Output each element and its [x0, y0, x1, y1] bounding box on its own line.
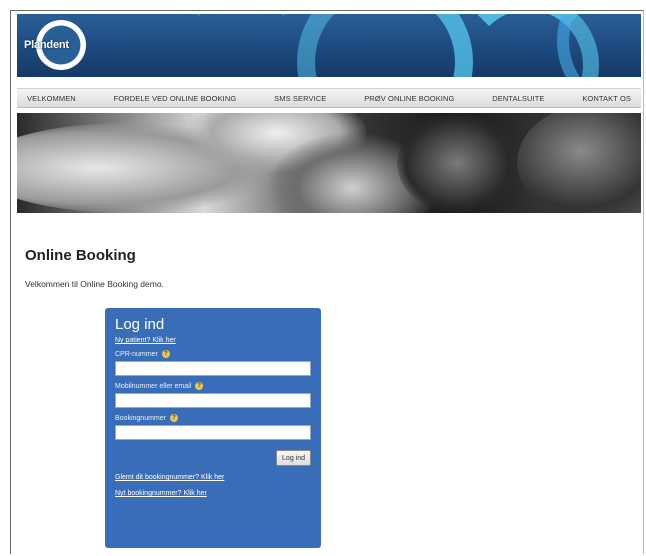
banner-swirl [297, 14, 473, 77]
nav-item-kontakt-os[interactable]: KONTAKT OS [582, 94, 631, 103]
main-nav: VELKOMMEN FORDELE VED ONLINE BOOKING SMS… [17, 88, 641, 108]
hero-shape [517, 113, 641, 213]
phone-label-row: Mobilnummer eller email ? [115, 382, 311, 390]
nav-item-prov-online-booking[interactable]: PRØV ONLINE BOOKING [364, 94, 454, 103]
login-panel: Log ind Ny patient? Klik her CPR-nummer … [105, 308, 321, 548]
forgot-booking-number-link[interactable]: Glemt dit bookingnummer? Klik her [115, 474, 311, 481]
help-icon[interactable]: ? [195, 382, 204, 390]
cpr-label-row: CPR-nummer ? [115, 350, 311, 358]
plandent-logo[interactable]: Plandent [22, 20, 94, 70]
new-patient-link[interactable]: Ny patient? Klik her [115, 337, 311, 344]
nav-item-dentalsuite[interactable]: DENTALSUITE [492, 94, 544, 103]
cpr-label: CPR-nummer [115, 350, 158, 358]
phone-email-label: Mobilnummer eller email [115, 382, 192, 390]
booking-number-label: Bookingnummer [115, 414, 166, 422]
banner-swirl [557, 14, 641, 77]
page-title: Online Booking [25, 247, 136, 264]
booking-label-row: Bookingnummer ? [115, 414, 311, 422]
header-banner: Plandent [17, 14, 641, 77]
main-content: Online Booking [25, 247, 136, 264]
welcome-text: Velkommen til Online Booking demo. [25, 279, 164, 289]
browser-frame: Plandent VELKOMMEN FORDELE VED ONLINE BO… [10, 10, 644, 554]
phone-email-input[interactable] [115, 393, 311, 408]
nav-item-fordele[interactable]: FORDELE VED ONLINE BOOKING [114, 94, 237, 103]
hero-shape [397, 113, 517, 213]
hero-image [17, 113, 641, 213]
login-title: Log ind [115, 316, 165, 333]
banner-swirl [167, 14, 315, 77]
cpr-input[interactable] [115, 361, 311, 376]
new-booking-number-link[interactable]: Nyt bookingnummer? Klik her [115, 490, 311, 497]
booking-number-input[interactable] [115, 425, 311, 440]
nav-item-sms-service[interactable]: SMS SERVICE [274, 94, 326, 103]
help-icon[interactable]: ? [169, 414, 178, 422]
help-icon[interactable]: ? [161, 350, 170, 358]
login-button[interactable]: Log ind [276, 450, 311, 466]
nav-item-velkommen[interactable]: VELKOMMEN [27, 94, 76, 103]
submit-row: Log ind [115, 450, 311, 466]
logo-text: Plandent [24, 39, 69, 51]
